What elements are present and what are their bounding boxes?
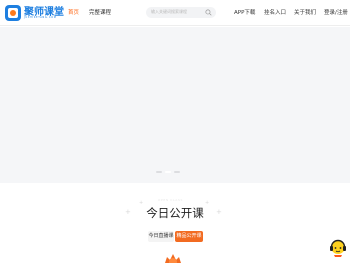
carousel-dot-active[interactable] — [165, 171, 171, 173]
customer-service-icon[interactable] — [328, 238, 348, 258]
top-header: 聚师课堂 JUSHIKETANG.COM 首页 完整课程 输入关键词搜索课程 A… — [0, 0, 350, 26]
section-title: 今日公开课 — [146, 206, 204, 220]
tab-featured-open-class[interactable]: 精品公开课 — [175, 231, 203, 242]
nav-login-register[interactable]: 登录/注册 — [324, 8, 348, 16]
brand-logo-icon — [5, 5, 21, 21]
nav-about-us[interactable]: 关于我们 — [294, 8, 316, 16]
banner-carousel[interactable] — [0, 27, 350, 183]
course-badge-icon — [165, 254, 181, 263]
brand-tagline: JUSHIKETANG.COM — [24, 16, 57, 19]
tab-today-live[interactable]: 今日直播课 — [148, 231, 174, 242]
section-decoration: OPEN CLASS — [158, 198, 183, 202]
brand-logo[interactable]: 聚师课堂 JUSHIKETANG.COM — [4, 3, 64, 23]
nav-partner-entry[interactable]: 挂名入口 — [264, 8, 286, 16]
carousel-dot[interactable] — [174, 171, 180, 173]
nav-home[interactable]: 首页 — [68, 8, 79, 16]
search-input[interactable]: 输入关键词搜索课程 — [151, 9, 187, 15]
search-icon[interactable] — [205, 9, 212, 16]
nav-courses[interactable]: 完整课程 — [89, 8, 111, 16]
carousel-dot[interactable] — [156, 171, 162, 173]
nav-app-download[interactable]: APP下载 — [234, 8, 255, 16]
search-box[interactable]: 输入关键词搜索课程 — [146, 7, 216, 18]
carousel-indicators — [156, 170, 196, 174]
